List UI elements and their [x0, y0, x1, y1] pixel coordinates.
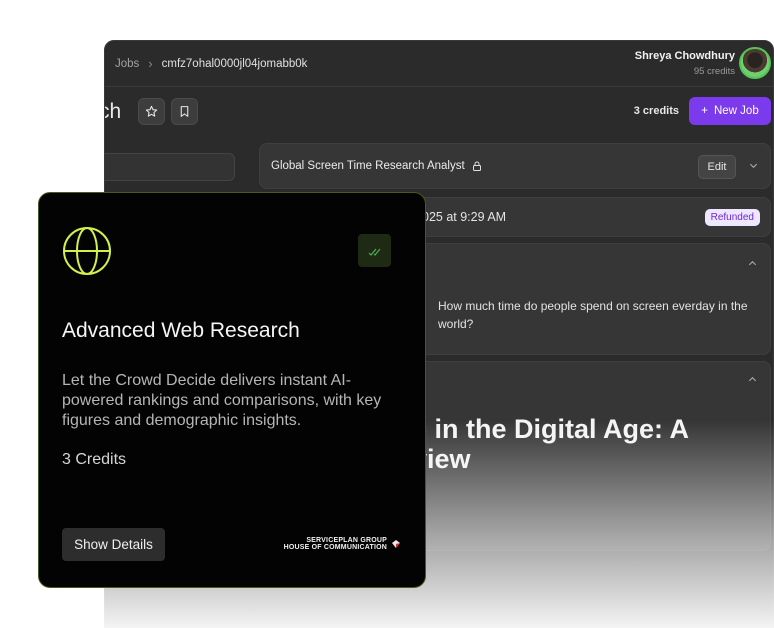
search-input[interactable]: [105, 153, 235, 181]
favorite-button[interactable]: [138, 98, 165, 125]
card-description: Let the Crowd Decide delivers instant AI…: [62, 372, 382, 429]
brand-line-1: SERVICEPLAN GROUP: [306, 537, 387, 544]
double-check-icon: [358, 234, 391, 267]
chevron-down-icon[interactable]: [748, 160, 759, 174]
card-credits: 3 Credits: [62, 451, 127, 468]
plus-icon: +: [701, 105, 708, 117]
brand-mark-icon: [392, 540, 400, 548]
chevron-up-icon[interactable]: [747, 374, 758, 388]
chevron-up-icon[interactable]: [747, 258, 758, 272]
status-badge: Refunded: [704, 209, 760, 226]
lock-icon: [472, 161, 481, 171]
card-title: Advanced Web Research: [62, 319, 300, 342]
job-credits-label: 3 credits: [633, 105, 679, 117]
globe-icon: [63, 227, 111, 275]
job-title-text: Global Screen Time Research Analyst: [271, 160, 465, 172]
bookmark-icon: [180, 106, 189, 117]
new-job-button[interactable]: + New Job: [689, 97, 771, 125]
job-title: Global Screen Time Research Analyst: [271, 160, 483, 172]
avatar[interactable]: [739, 47, 771, 79]
user-name: Shreya Chowdhury: [634, 50, 735, 62]
job-date: 025 at 9:29 AM: [422, 210, 507, 224]
brand-line-2: HOUSE OF COMMUNICATION: [283, 544, 387, 551]
breadcrumb-jobs-link[interactable]: Jobs: [115, 58, 139, 70]
user-credits: 95 credits: [693, 66, 735, 77]
edit-button[interactable]: Edit: [698, 155, 736, 179]
brand-logo: SERVICEPLAN GROUP HOUSE OF COMMUNICATION: [284, 537, 401, 551]
user-info[interactable]: Shreya Chowdhury 95 credits: [635, 50, 735, 77]
page-title: ch: [105, 100, 122, 123]
research-question: How much time do people spend on screen …: [438, 299, 748, 331]
page-header: ch 3 credits + New Job: [105, 87, 773, 137]
service-card: Advanced Web Research Let the Crowd Deci…: [38, 192, 426, 588]
top-bar: Jobs › cmfz7ohal0000jl04jomabb0k Shreya …: [105, 41, 773, 87]
breadcrumb: Jobs › cmfz7ohal0000jl04jomabb0k: [115, 56, 307, 71]
bookmark-button[interactable]: [171, 98, 198, 125]
star-icon: [145, 105, 158, 117]
report-title: e in the Digital Age: A view: [412, 414, 689, 474]
job-title-panel: Global Screen Time Research Analyst Edit: [259, 143, 771, 189]
new-job-label: New Job: [713, 105, 759, 117]
breadcrumb-separator: ›: [148, 56, 153, 71]
show-details-button[interactable]: Show Details: [62, 528, 165, 561]
breadcrumb-job-id: cmfz7ohal0000jl04jomabb0k: [161, 57, 308, 70]
